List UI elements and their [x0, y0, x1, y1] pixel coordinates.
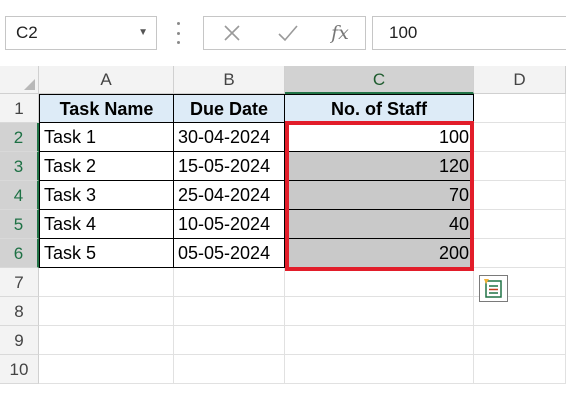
cell-d4[interactable]: [474, 181, 566, 210]
cell-a6[interactable]: Task 5: [39, 239, 174, 268]
cell-d6[interactable]: [474, 239, 566, 268]
cell-a5[interactable]: Task 4: [39, 210, 174, 239]
cell-a7[interactable]: [39, 268, 174, 297]
cell-a3[interactable]: Task 2: [39, 152, 174, 181]
cell-c4[interactable]: 70: [285, 181, 474, 210]
cell-c8[interactable]: [285, 297, 474, 326]
cell-a4[interactable]: Task 3: [39, 181, 174, 210]
formula-buttons: fx: [203, 16, 366, 50]
name-box[interactable]: C2 ▼: [5, 16, 157, 50]
close-icon[interactable]: [214, 17, 250, 49]
cell-b4[interactable]: 25-04-2024: [174, 181, 285, 210]
row-header-7[interactable]: 7: [0, 268, 39, 297]
cell-c9[interactable]: [285, 326, 474, 355]
checkmark-icon[interactable]: [270, 17, 306, 49]
cell-b10[interactable]: [174, 355, 285, 384]
row-header-1[interactable]: 1: [0, 94, 39, 123]
cell-c7[interactable]: [285, 268, 474, 297]
cell-c3[interactable]: 120: [285, 152, 474, 181]
formula-bar: C2 ▼ fx 100: [0, 0, 566, 66]
row-header-5[interactable]: 5: [0, 210, 39, 239]
quick-analysis-icon[interactable]: [479, 275, 508, 302]
select-all-button[interactable]: [0, 66, 39, 94]
insert-function-button[interactable]: fx: [322, 17, 358, 49]
cell-c6[interactable]: 200: [285, 239, 474, 268]
cell-b5[interactable]: 10-05-2024: [174, 210, 285, 239]
cell-a2[interactable]: Task 1: [39, 123, 174, 152]
cell-c2[interactable]: 100: [285, 123, 474, 152]
cell-a10[interactable]: [39, 355, 174, 384]
cell-c10[interactable]: [285, 355, 474, 384]
cell-d10[interactable]: [474, 355, 566, 384]
row-header-6[interactable]: 6: [0, 239, 39, 268]
cell-d1[interactable]: [474, 94, 566, 123]
row-header-10[interactable]: 10: [0, 355, 39, 384]
name-box-value: C2: [16, 23, 38, 42]
row-header-8[interactable]: 8: [0, 297, 39, 326]
row-header-3[interactable]: 3: [0, 152, 39, 181]
cell-d2[interactable]: [474, 123, 566, 152]
cell-d3[interactable]: [474, 152, 566, 181]
formula-bar-grip-icon[interactable]: [175, 22, 181, 44]
row-header-9[interactable]: 9: [0, 326, 39, 355]
cell-b3[interactable]: 15-05-2024: [174, 152, 285, 181]
column-header-c[interactable]: C: [285, 66, 474, 94]
cell-a9[interactable]: [39, 326, 174, 355]
cell-b6[interactable]: 05-05-2024: [174, 239, 285, 268]
column-header-d[interactable]: D: [474, 66, 566, 94]
formula-input[interactable]: 100: [372, 16, 566, 50]
cell-a8[interactable]: [39, 297, 174, 326]
column-header-b[interactable]: B: [174, 66, 285, 94]
row-header-2[interactable]: 2: [0, 123, 39, 152]
cell-b8[interactable]: [174, 297, 285, 326]
cell-d9[interactable]: [474, 326, 566, 355]
chevron-down-icon[interactable]: ▼: [138, 17, 148, 49]
row-header-4[interactable]: 4: [0, 181, 39, 210]
cell-d5[interactable]: [474, 210, 566, 239]
cell-b9[interactable]: [174, 326, 285, 355]
cell-b1-header[interactable]: Due Date: [174, 94, 285, 123]
cell-c1-header[interactable]: No. of Staff: [285, 94, 474, 123]
cell-b2[interactable]: 30-04-2024: [174, 123, 285, 152]
cell-c5[interactable]: 40: [285, 210, 474, 239]
column-header-a[interactable]: A: [39, 66, 174, 94]
cell-b7[interactable]: [174, 268, 285, 297]
cell-a1-header[interactable]: Task Name: [39, 94, 174, 123]
